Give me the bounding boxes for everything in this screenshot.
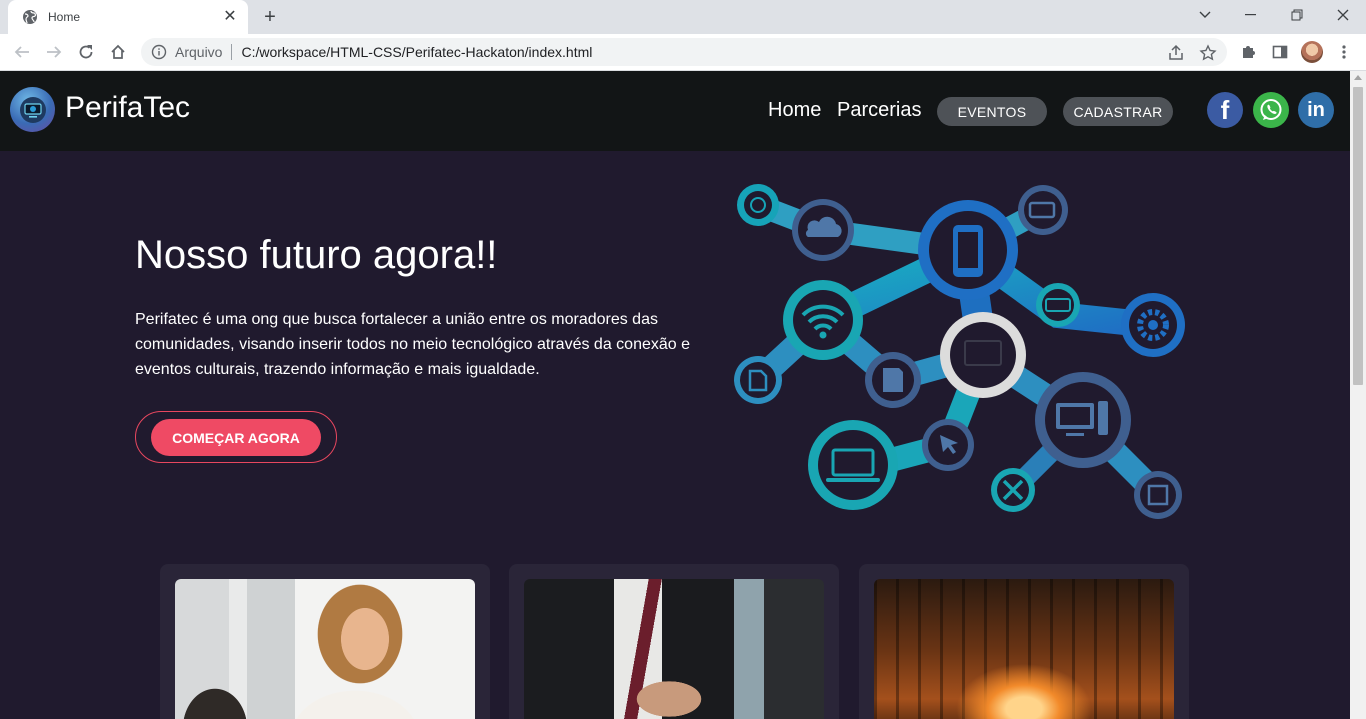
node-computer bbox=[1035, 372, 1131, 468]
reload-icon[interactable] bbox=[73, 39, 99, 65]
browser-tab[interactable]: Home ✕ bbox=[8, 0, 248, 34]
home-icon[interactable] bbox=[105, 39, 131, 65]
omnibox-separator bbox=[231, 44, 233, 60]
eventos-button[interactable]: EVENTOS bbox=[937, 97, 1047, 126]
scroll-up-arrow-icon[interactable] bbox=[1354, 75, 1362, 80]
info-icon[interactable] bbox=[151, 44, 167, 60]
card-image-concert bbox=[874, 579, 1174, 719]
node-keyboard bbox=[1036, 283, 1080, 327]
tab-search-icon[interactable] bbox=[1182, 0, 1228, 30]
node-gear bbox=[1121, 293, 1185, 357]
restore-icon[interactable] bbox=[1274, 0, 1320, 30]
node-wifi bbox=[783, 280, 863, 360]
back-arrow-icon[interactable] bbox=[9, 39, 35, 65]
card-image-handshake bbox=[524, 579, 824, 719]
hero-description: Perifatec é uma ong que busca fortalecer… bbox=[135, 311, 690, 378]
kebab-menu-icon[interactable] bbox=[1331, 39, 1357, 65]
node-cd bbox=[737, 184, 779, 226]
facebook-icon[interactable]: f bbox=[1207, 92, 1243, 128]
linkedin-icon[interactable]: in bbox=[1298, 92, 1334, 128]
bookmark-star-icon[interactable] bbox=[1199, 44, 1217, 62]
node-battery bbox=[1018, 185, 1068, 235]
tab-title: Home bbox=[48, 10, 81, 24]
node-laptop bbox=[808, 420, 898, 510]
close-tab-icon[interactable]: ✕ bbox=[222, 9, 238, 25]
forward-arrow-icon[interactable] bbox=[41, 39, 67, 65]
nav-link-parcerias[interactable]: Parcerias bbox=[837, 99, 921, 122]
node-center bbox=[940, 312, 1026, 398]
node-tools bbox=[991, 468, 1035, 512]
scroll-thumb[interactable] bbox=[1353, 87, 1363, 385]
extensions-puzzle-icon[interactable] bbox=[1235, 39, 1261, 65]
brand-name[interactable]: PerifaTec bbox=[65, 91, 190, 125]
whatsapp-icon[interactable] bbox=[1253, 92, 1289, 128]
node-phone bbox=[918, 200, 1018, 300]
nav-link-home[interactable]: Home bbox=[768, 99, 821, 122]
omnibox-label: Arquivo bbox=[175, 44, 223, 60]
side-panel-icon[interactable] bbox=[1267, 39, 1293, 65]
feature-card bbox=[509, 564, 839, 719]
cta-outline: COMEÇAR AGORA bbox=[135, 411, 337, 463]
feature-card bbox=[859, 564, 1189, 719]
hero-title: Nosso futuro agora!! bbox=[135, 233, 498, 277]
node-cursor bbox=[922, 419, 974, 471]
card-image-meeting bbox=[175, 579, 475, 719]
close-window-icon[interactable] bbox=[1320, 0, 1366, 30]
address-bar[interactable]: Arquivo C:/workspace/HTML-CSS/Perifatec-… bbox=[141, 38, 1227, 66]
comecar-agora-button[interactable]: COMEÇAR AGORA bbox=[151, 419, 321, 456]
feature-card bbox=[160, 564, 490, 719]
browser-tab-strip: Home ✕ + bbox=[0, 0, 1366, 34]
globe-icon bbox=[22, 9, 38, 25]
site-navbar: PerifaTec Home Parcerias EVENTOS CADASTR… bbox=[0, 71, 1350, 151]
minimize-icon[interactable] bbox=[1228, 0, 1274, 30]
profile-avatar[interactable] bbox=[1301, 41, 1323, 63]
node-sd-card bbox=[865, 352, 921, 408]
node-cloud bbox=[792, 199, 854, 261]
node-doc bbox=[734, 356, 782, 404]
brand-logo-icon[interactable] bbox=[10, 87, 55, 132]
browser-toolbar: Arquivo C:/workspace/HTML-CSS/Perifatec-… bbox=[0, 34, 1366, 71]
cadastrar-button[interactable]: CADASTRAR bbox=[1063, 97, 1173, 126]
url-text[interactable]: C:/workspace/HTML-CSS/Perifatec-Hackaton… bbox=[241, 44, 592, 60]
web-page: PerifaTec Home Parcerias EVENTOS CADASTR… bbox=[0, 71, 1350, 719]
tech-network-illustration bbox=[734, 184, 1185, 519]
share-icon[interactable] bbox=[1167, 44, 1185, 62]
page-scrollbar[interactable] bbox=[1350, 71, 1366, 719]
new-tab-button[interactable]: + bbox=[259, 6, 281, 28]
node-chip bbox=[1134, 471, 1182, 519]
